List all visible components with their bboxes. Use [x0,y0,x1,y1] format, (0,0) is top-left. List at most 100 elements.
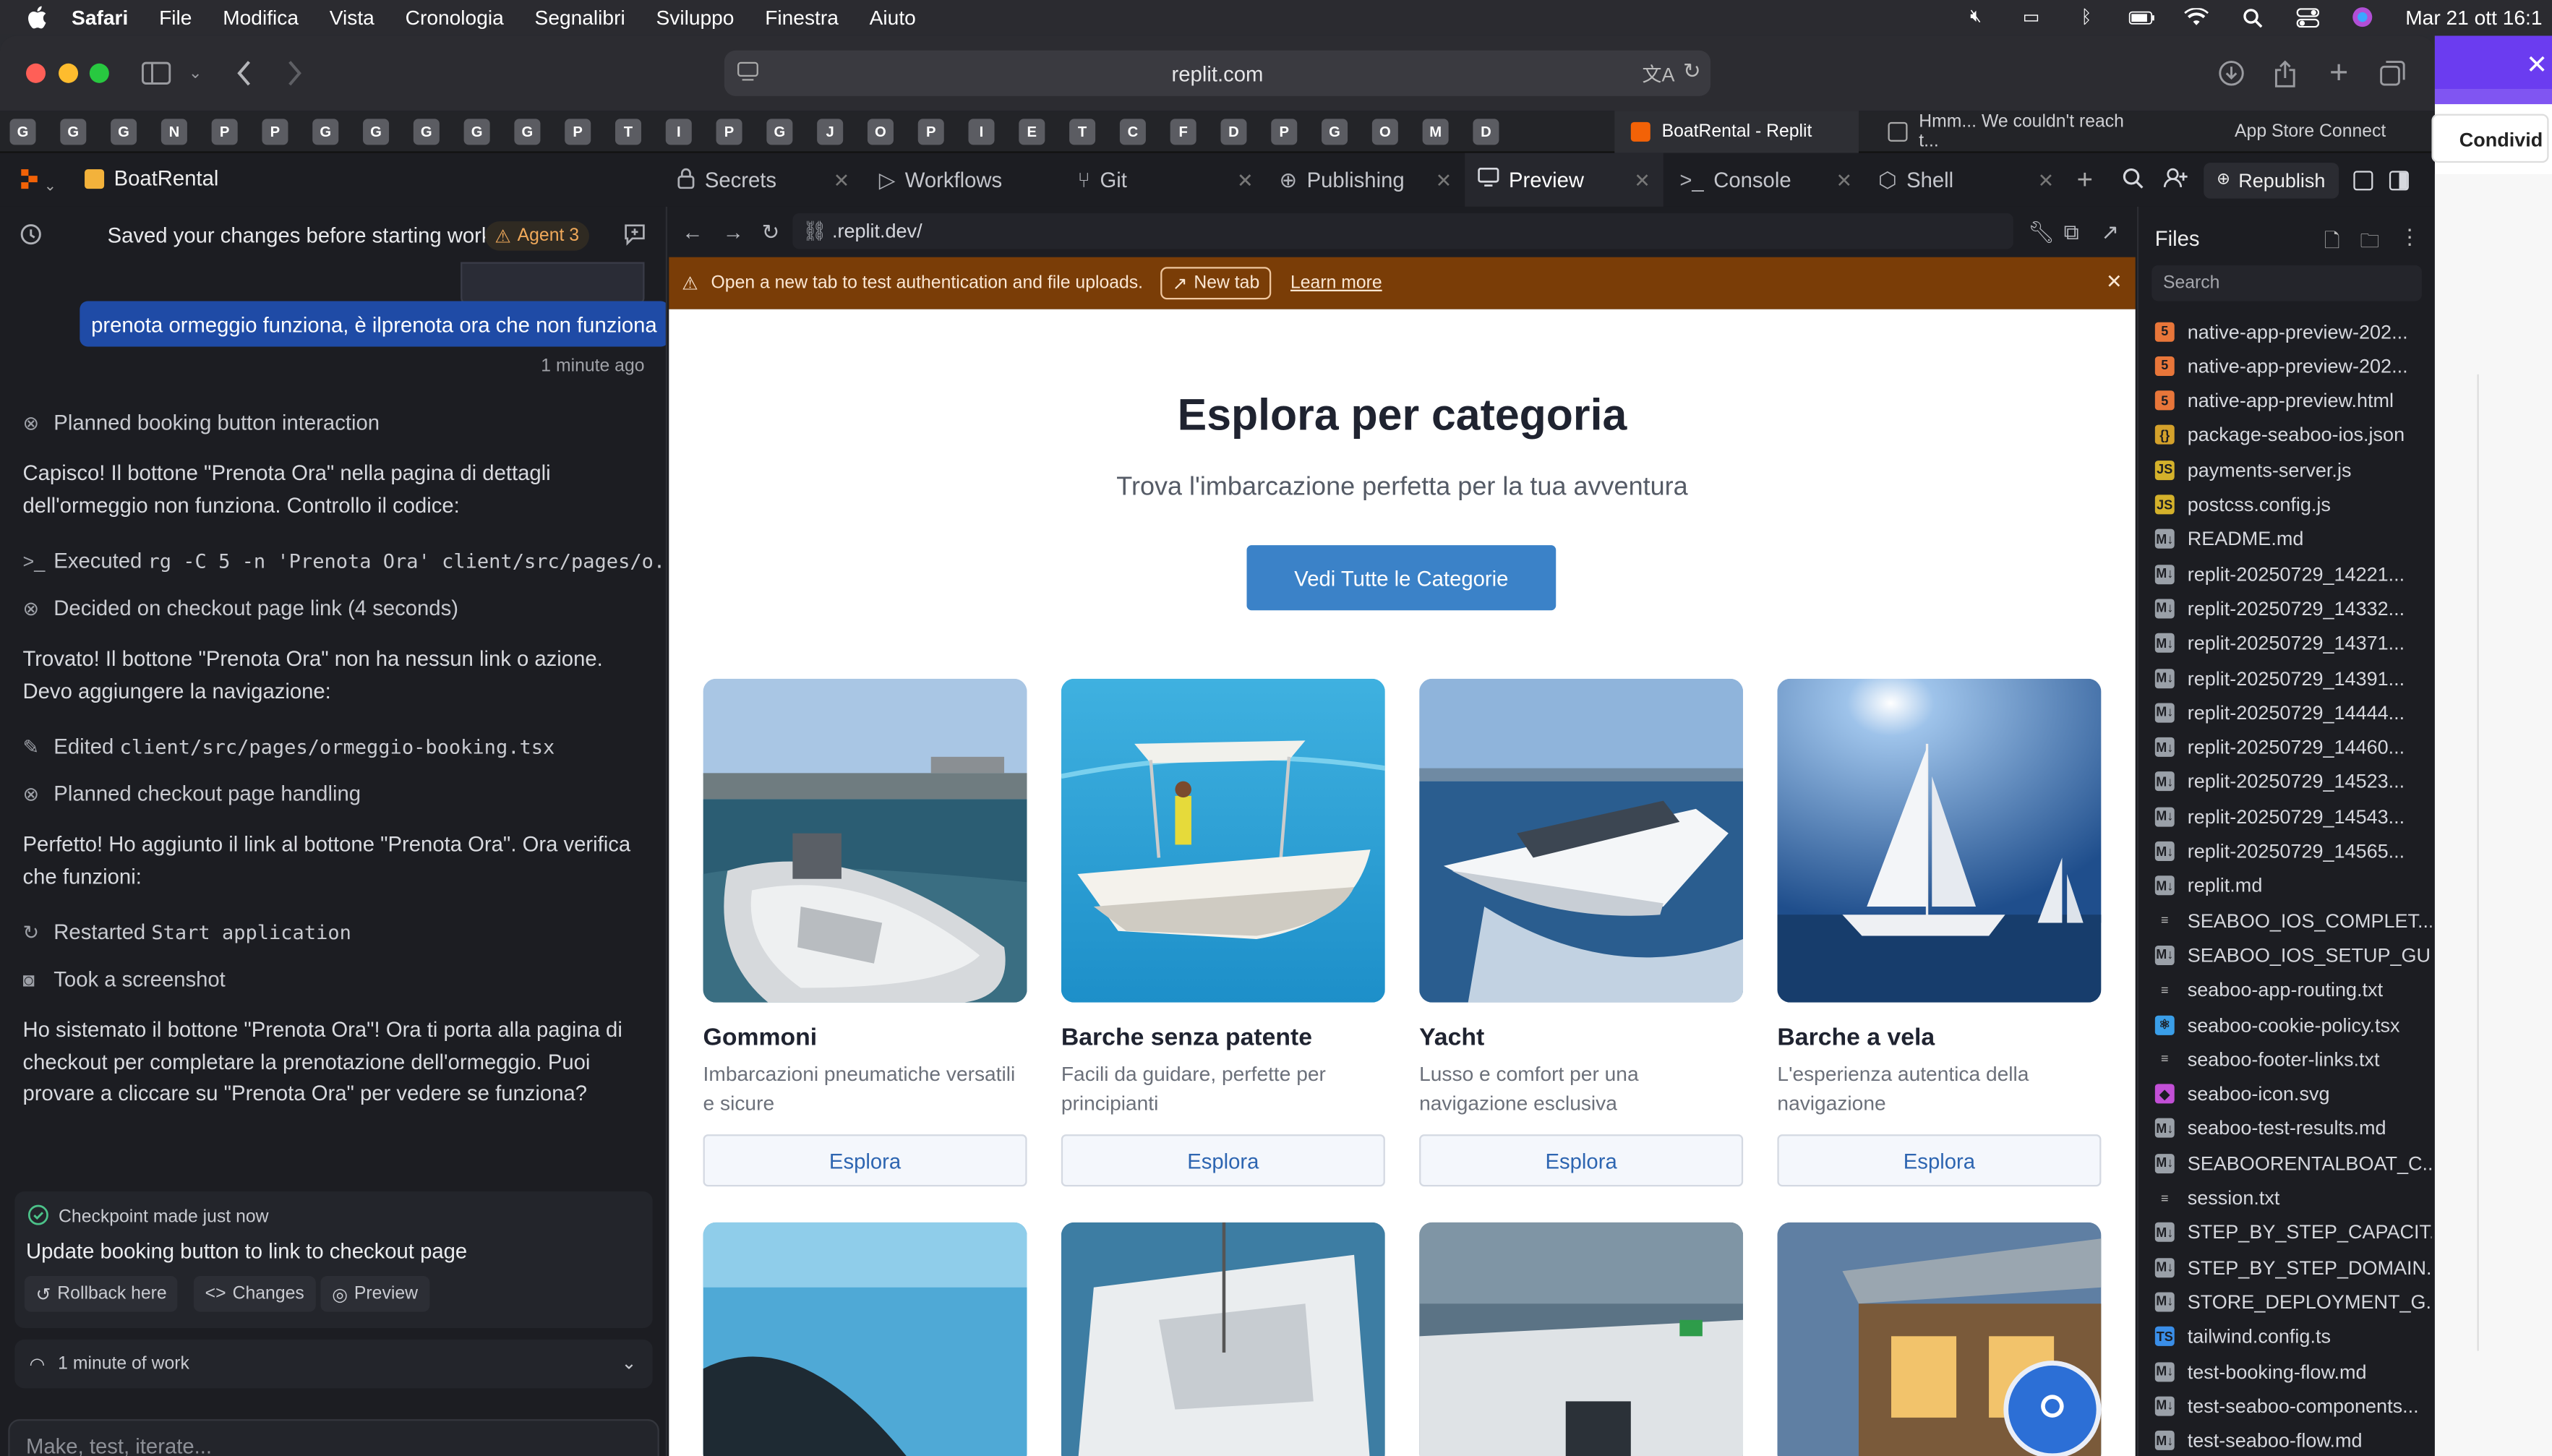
file-item[interactable]: M↓ README.md [2154,522,2432,556]
close-banner-icon[interactable]: ✕ [2106,270,2123,294]
bluetooth-icon[interactable]: ᛒ [2073,7,2099,27]
file-item[interactable]: 5 native-app-preview-202... [2154,348,2432,382]
file-item[interactable]: JS postcss.config.js [2154,487,2432,521]
work-summary[interactable]: ◠ 1 minute of work ⌄ [14,1339,653,1389]
pinned-tab[interactable]: P [565,118,591,145]
menu-aiuto[interactable]: Aiuto [870,6,916,29]
pinned-tab[interactable]: P [1271,118,1298,145]
close-tab-icon[interactable]: ✕ [1634,168,1650,192]
tab-app-store-connect[interactable]: App Store Connect [2188,111,2432,153]
preview-forward-icon[interactable]: → [723,220,744,244]
category-image[interactable] [1061,1222,1385,1456]
more-options-icon[interactable]: ⋮ [2399,225,2420,251]
pinned-tab[interactable]: J [817,118,844,145]
apple-logo-icon[interactable] [26,6,49,29]
chat-input[interactable]: Make, test, iterate... [8,1419,659,1456]
file-item[interactable]: ⚛ seaboo-cookie-policy.tsx [2154,1008,2432,1042]
tab-boatrental-replit[interactable]: BoatRental - Replit [1614,111,1859,153]
pinned-tab[interactable]: M [1422,118,1449,145]
file-item[interactable]: M↓ replit-20250729_14371... [2154,626,2432,660]
pinned-tab[interactable]: G [111,118,137,145]
changes-button[interactable]: <> Changes [193,1276,316,1312]
pinned-tab[interactable]: G [60,118,87,145]
wifi-icon[interactable] [2184,7,2210,27]
explore-button[interactable]: Esplora [1419,1134,1744,1187]
file-item[interactable]: 5 native-app-preview.html [2154,383,2432,417]
file-item[interactable]: M↓ test-booking-flow.md [2154,1354,2432,1388]
file-item[interactable]: ≡ SEABOO_IOS_COMPLET... [2155,904,2431,938]
menu-segnalibri[interactable]: Segnalibri [535,6,625,29]
close-tab-icon[interactable]: ✕ [1436,168,1452,192]
pinned-tab[interactable]: I [968,118,995,145]
agent-step[interactable]: ⊗ Decided on checkout page link (4 second… [23,596,458,620]
tab-shell[interactable]: ⬡ Shell ✕ [1878,153,2054,207]
share-button[interactable]: Condivid [2431,114,2549,163]
invite-icon[interactable] [2163,167,2188,193]
project-selector[interactable]: BoatRental [85,166,795,238]
view-all-categories-button[interactable]: Vedi Tutte le Categorie [1246,545,1557,611]
new-tab-button[interactable]: ↗ New tab [1160,267,1271,300]
file-item[interactable]: M↓ SEABOO_IOS_SETUP_GU... [2154,938,2431,972]
learn-more-link[interactable]: Learn more [1290,273,1382,293]
file-item[interactable]: M↓ STORE_DEPLOYMENT_G... [2154,1285,2431,1319]
add-tab-icon[interactable]: + [2077,163,2093,196]
preview-address-bar[interactable]: ⛓︎ .replit.dev/ [792,213,2013,249]
file-item[interactable]: M↓ replit-20250729_14543... [2154,800,2432,834]
pinned-tab[interactable]: O [1371,118,1398,145]
preview-reload-icon[interactable]: ↻ [762,220,780,246]
file-item[interactable]: ≡ seaboo-footer-links.txt [2155,1042,2432,1076]
screenshot-thumbnail[interactable] [461,262,645,304]
new-file-icon[interactable]: 🗋︎ [2324,226,2340,260]
history-icon[interactable] [20,223,43,250]
close-window-button[interactable] [26,63,46,83]
tab-overview-icon[interactable] [2376,57,2409,90]
pinned-tab[interactable]: T [1069,118,1096,145]
control-center-icon[interactable] [2295,7,2321,27]
tab-secrets[interactable]: Secrets ✕ [677,153,853,207]
agent-step[interactable]: ✎ Edited client/src/pages/ormeggio-bookin… [23,734,555,758]
tab-publishing[interactable]: ⊕ Publishing ✕ [1280,153,1455,207]
replit-logo-icon[interactable]: ⌄ [20,168,56,195]
close-icon[interactable]: ✕ [2526,49,2548,82]
pinned-tab[interactable]: C [1119,118,1146,145]
spotlight-search-icon[interactable] [2240,7,2266,27]
tab-could-not-reach[interactable]: Hmm... We couldn't reach t... [1872,111,2145,153]
mute-icon[interactable]: 🔇︎ [1963,7,1989,27]
explore-button[interactable]: Esplora [1777,1134,2102,1187]
translate-icon[interactable]: 文A [1643,60,1675,87]
category-image[interactable] [1419,1222,1744,1456]
close-tab-icon[interactable]: ✕ [834,168,850,192]
chat-widget-button[interactable] [2003,1361,2102,1456]
page-settings-icon[interactable] [737,61,761,85]
share-icon[interactable] [2269,57,2301,90]
pinned-tab[interactable]: G [463,118,490,145]
pinned-tab[interactable]: F [1170,118,1196,145]
pinned-tab[interactable]: G [363,118,390,145]
tab-console[interactable]: >_ Console ✕ [1679,153,1855,207]
agent-step[interactable]: >_ Executed rg -C 5 -n 'Prenota Ora' clie… [23,549,666,573]
pinned-tab[interactable]: E [1019,118,1045,145]
file-item[interactable]: M↓ seaboo-test-results.md [2154,1111,2432,1145]
file-item[interactable]: M↓ STEP_BY_STEP_DOMAIN... [2154,1250,2431,1284]
file-item[interactable]: M↓ replit-20250729_14332... [2154,591,2432,625]
devtools-icon[interactable]: 🔧︎ [2028,220,2055,246]
minimize-window-button[interactable] [59,63,79,83]
file-item[interactable]: M↓ STEP_BY_STEP_CAPACIT... [2154,1215,2431,1249]
republish-button[interactable]: ⊕ Republish [2204,162,2339,198]
menu-cronologia[interactable]: Cronologia [406,6,504,29]
pinned-tab[interactable]: G [514,118,541,145]
menu-modifica[interactable]: Modifica [223,6,299,29]
rollback-button[interactable]: ↺ Rollback here [24,1276,179,1312]
file-item[interactable]: M↓ replit.md [2154,869,2432,903]
category-image-barche-senza-patente[interactable] [1061,678,1385,1003]
file-item[interactable]: M↓ test-seaboo-flow.md [2154,1423,2432,1456]
file-item[interactable]: ≡ seaboo-app-routing.txt [2155,973,2432,1007]
sidebar-toggle-icon[interactable] [140,57,173,90]
file-item[interactable]: M↓ replit-20250729_14444... [2154,695,2432,729]
zoom-window-button[interactable] [89,63,109,83]
pinned-tab[interactable]: P [917,118,944,145]
pinned-tab[interactable]: P [716,118,742,145]
open-external-icon[interactable]: ↗ [2101,220,2119,246]
file-item[interactable]: M↓ replit-20250729_14460... [2154,730,2432,764]
file-item[interactable]: JS payments-server.js [2154,453,2432,487]
